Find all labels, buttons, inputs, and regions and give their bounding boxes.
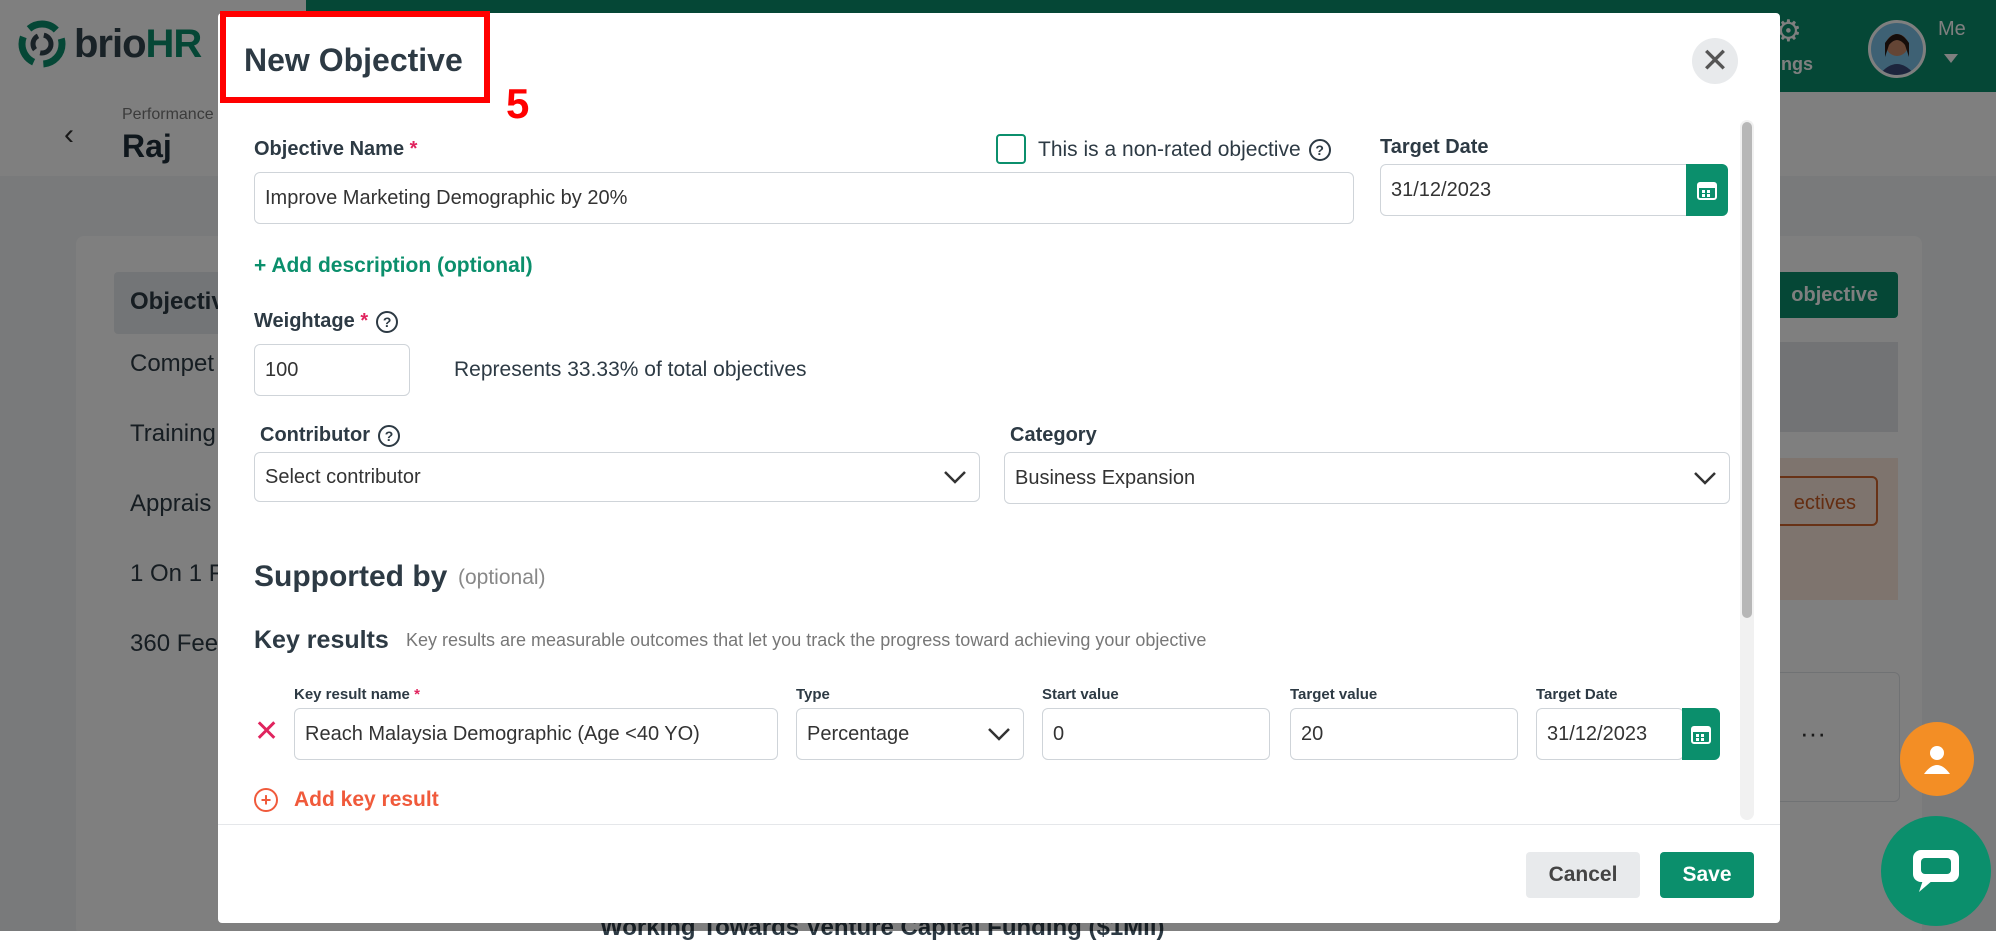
help-icon[interactable]: ? — [1308, 139, 1331, 162]
close-dialog-button[interactable]: ✕ — [1692, 38, 1738, 84]
kr-name-input[interactable]: Reach Malaysia Demographic (Age <40 YO) — [294, 708, 778, 760]
kr-type-select[interactable]: Percentage — [796, 708, 1024, 760]
kr-type-label: Type — [796, 686, 830, 703]
close-icon: ✕ — [1700, 42, 1730, 80]
category-select-value: Business Expansion — [1015, 466, 1196, 489]
annotation-step-number: 5 — [506, 80, 530, 127]
contributor-select[interactable]: Select contributor — [254, 452, 980, 502]
contributor-select-value: Select contributor — [265, 465, 421, 488]
chat-fab[interactable] — [1881, 816, 1991, 926]
help-icon[interactable]: ? — [377, 424, 400, 447]
category-select[interactable]: Business Expansion — [1004, 452, 1730, 504]
kr-date-label: Target Date — [1536, 686, 1618, 703]
kr-date-input[interactable]: 31/12/2023 — [1536, 708, 1684, 760]
non-rated-checkbox[interactable] — [996, 134, 1026, 164]
objective-name-input[interactable]: Improve Marketing Demographic by 20% — [254, 172, 1354, 224]
calendar-icon — [1697, 182, 1717, 200]
key-results-description: Key results are measurable outcomes that… — [406, 630, 1207, 650]
profile-fab[interactable] — [1900, 722, 1974, 796]
kr-start-label: Start value — [1042, 686, 1119, 703]
kr-target-label: Target value — [1290, 686, 1378, 703]
kr-target-input[interactable]: 20 — [1290, 708, 1518, 760]
weightage-share-text: Represents 33.33% of total objectives — [454, 358, 807, 381]
supported-by-heading: Supported by — [254, 560, 448, 593]
add-key-result-label: Add key result — [294, 788, 439, 811]
supported-by-optional: (optional) — [458, 566, 546, 589]
add-description-link[interactable]: + Add description (optional) — [254, 254, 533, 278]
help-icon[interactable]: ? — [376, 310, 399, 333]
cancel-button[interactable]: Cancel — [1526, 852, 1640, 898]
save-button[interactable]: Save — [1660, 852, 1754, 898]
category-label: Category — [1010, 424, 1097, 446]
kr-name-label: Key result name * — [294, 686, 420, 703]
target-date-picker-button[interactable] — [1686, 164, 1728, 216]
chevron-down-icon — [1694, 472, 1716, 485]
chevron-down-icon — [988, 728, 1010, 741]
calendar-icon — [1691, 726, 1711, 744]
remove-key-result-icon[interactable]: ✕ — [254, 714, 279, 749]
non-rated-label[interactable]: This is a non-rated objective? — [1038, 138, 1331, 162]
kr-type-select-value: Percentage — [807, 722, 910, 745]
objective-name-label: Objective Name * — [254, 138, 418, 160]
dialog-scrollbar-thumb[interactable] — [1742, 122, 1752, 618]
person-icon — [1924, 746, 1950, 774]
contributor-label: Contributor? — [260, 424, 400, 447]
add-key-result-button[interactable]: + Add key result — [254, 788, 439, 812]
key-results-heading: Key results — [254, 626, 389, 654]
plus-circle-icon: + — [254, 788, 278, 812]
kr-date-picker-button[interactable] — [1682, 708, 1720, 760]
dialog-footer-divider — [218, 824, 1780, 825]
target-date-label: Target Date — [1380, 136, 1489, 158]
kr-start-input[interactable]: 0 — [1042, 708, 1270, 760]
target-date-input[interactable]: 31/12/2023 — [1380, 164, 1692, 216]
chevron-down-icon — [944, 471, 966, 484]
weightage-label: Weightage *? — [254, 310, 399, 333]
chat-bubble-icon — [1913, 850, 1959, 892]
dialog-title: New Objective — [244, 42, 463, 78]
weightage-input[interactable]: 100 — [254, 344, 410, 396]
